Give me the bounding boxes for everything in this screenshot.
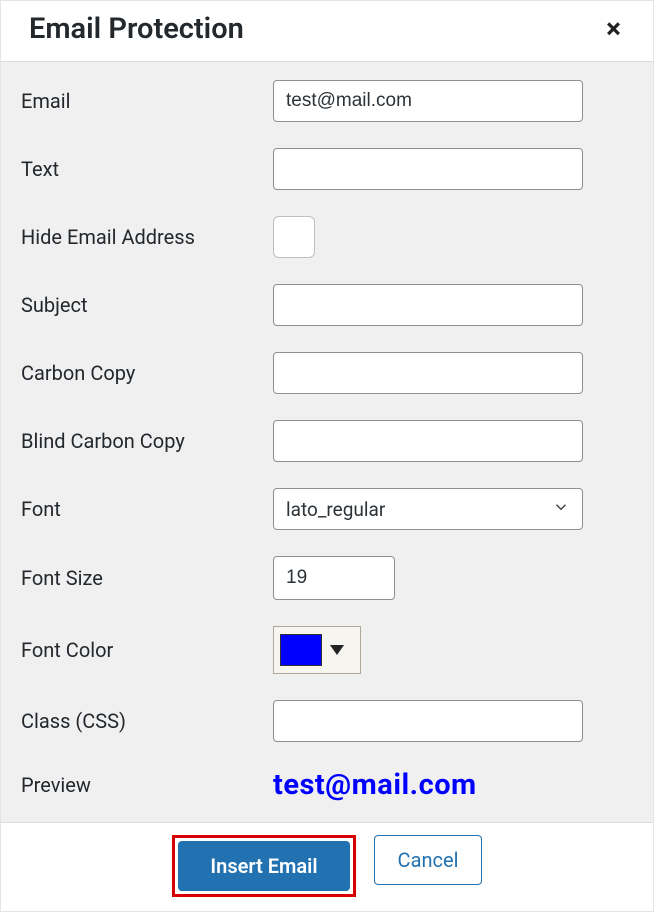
dialog-header: Email Protection × bbox=[1, 1, 653, 61]
bcc-input[interactable] bbox=[273, 420, 583, 462]
dialog-body: Email Text Hide Email Address Subject Ca bbox=[1, 61, 653, 822]
row-class: Class (CSS) bbox=[21, 700, 633, 742]
cc-input[interactable] bbox=[273, 352, 583, 394]
label-email: Email bbox=[21, 89, 273, 113]
font-select-value: lato_regular bbox=[286, 498, 385, 521]
label-fontcolor: Font Color bbox=[21, 638, 273, 662]
row-text: Text bbox=[21, 148, 633, 190]
row-bcc: Blind Carbon Copy bbox=[21, 420, 633, 462]
label-font: Font bbox=[21, 497, 273, 521]
text-input[interactable] bbox=[273, 148, 583, 190]
label-subject: Subject bbox=[21, 293, 273, 317]
email-protection-dialog: Email Protection × Email Text Hide Email… bbox=[0, 0, 654, 912]
row-fontsize: Font Size bbox=[21, 556, 633, 600]
preview-text: test@mail.com bbox=[273, 768, 477, 802]
fontsize-input[interactable] bbox=[273, 556, 395, 600]
fontcolor-picker[interactable] bbox=[273, 626, 361, 674]
label-class: Class (CSS) bbox=[21, 709, 273, 733]
hide-email-checkbox[interactable] bbox=[273, 216, 315, 258]
row-fontcolor: Font Color bbox=[21, 626, 633, 674]
dialog-footer: Insert Email Cancel bbox=[1, 822, 653, 911]
label-cc: Carbon Copy bbox=[21, 361, 273, 385]
chevron-down-icon bbox=[552, 498, 570, 520]
class-input[interactable] bbox=[273, 700, 583, 742]
insert-email-button[interactable]: Insert Email bbox=[178, 841, 350, 891]
subject-input[interactable] bbox=[273, 284, 583, 326]
font-select[interactable]: lato_regular bbox=[273, 488, 583, 530]
dialog-title: Email Protection bbox=[29, 12, 244, 46]
label-fontsize: Font Size bbox=[21, 566, 273, 590]
label-text: Text bbox=[21, 157, 273, 181]
row-email: Email bbox=[21, 80, 633, 122]
row-hide-email: Hide Email Address bbox=[21, 216, 633, 258]
label-preview: Preview bbox=[21, 773, 273, 797]
close-icon[interactable]: × bbox=[598, 11, 629, 47]
row-font: Font lato_regular bbox=[21, 488, 633, 530]
row-preview: Preview test@mail.com bbox=[21, 768, 633, 802]
row-cc: Carbon Copy bbox=[21, 352, 633, 394]
dropdown-triangle-icon bbox=[330, 645, 344, 655]
row-subject: Subject bbox=[21, 284, 633, 326]
label-bcc: Blind Carbon Copy bbox=[21, 429, 273, 453]
email-input[interactable] bbox=[273, 80, 583, 122]
cancel-button[interactable]: Cancel bbox=[374, 835, 482, 885]
insert-email-highlight: Insert Email bbox=[172, 835, 356, 897]
label-hide-email: Hide Email Address bbox=[21, 225, 273, 249]
color-swatch bbox=[280, 634, 322, 666]
